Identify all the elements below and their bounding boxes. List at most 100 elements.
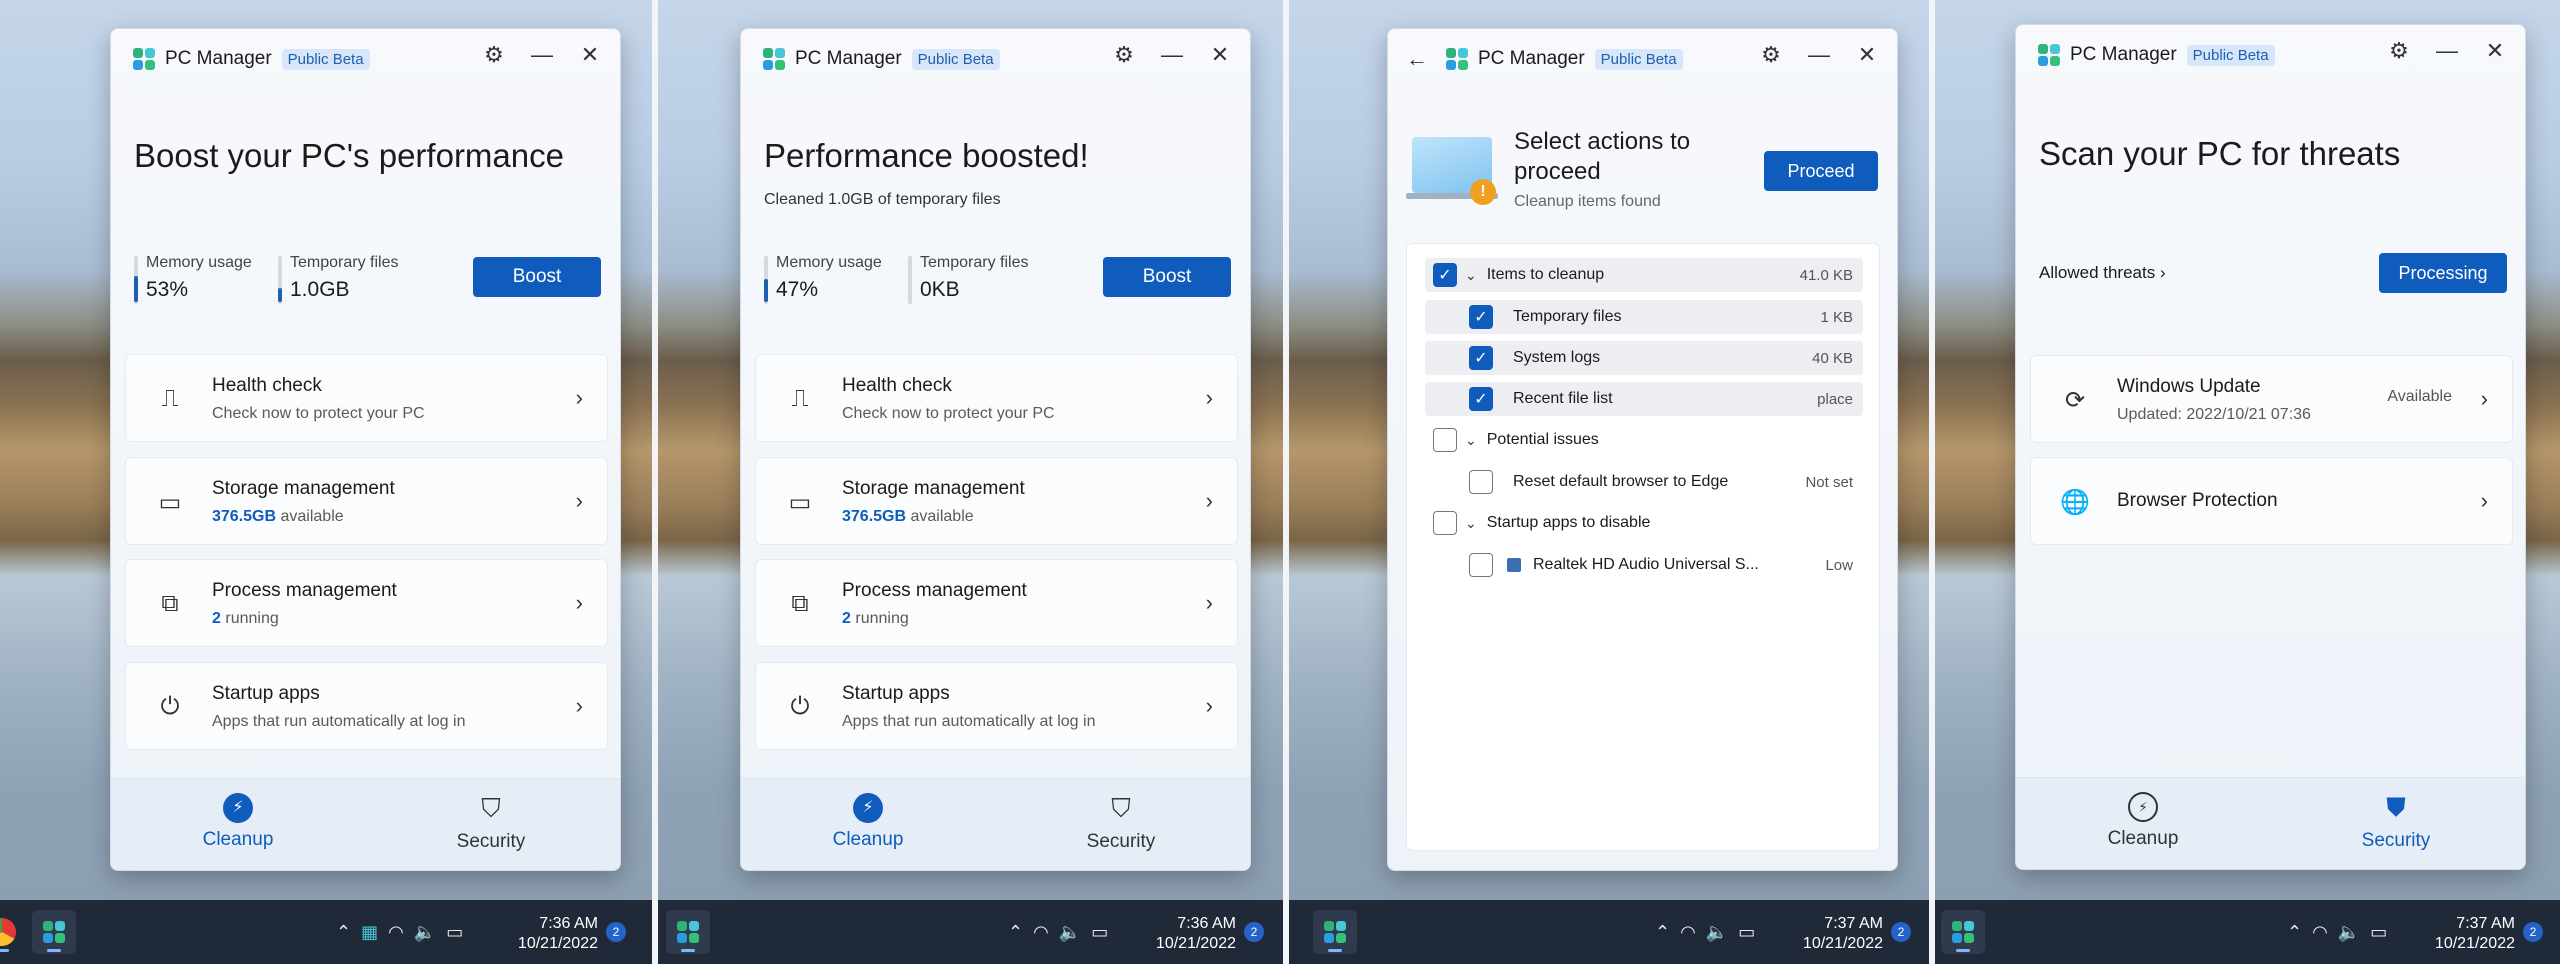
pc-manager-window: PC Manager Public Beta ⚙ — ✕ Scan your P… <box>2015 24 2526 870</box>
checkbox-unchecked-icon[interactable] <box>1433 511 1457 535</box>
checkbox-unchecked-icon[interactable] <box>1469 553 1493 577</box>
wifi-icon[interactable]: ◠ <box>2312 922 2328 943</box>
chevron-down-icon[interactable]: ⌄ <box>1465 515 1477 532</box>
close-icon[interactable]: ✕ <box>1208 42 1232 67</box>
group-potential-issues[interactable]: ⌄ Potential issues <box>1425 423 1863 457</box>
nav-security[interactable]: ⛉ Security <box>1041 793 1201 853</box>
card-subtitle: 376.5GB available <box>212 508 344 526</box>
minimize-icon[interactable]: — <box>1160 42 1184 67</box>
beta-badge: Public Beta <box>281 48 370 70</box>
close-icon[interactable]: ✕ <box>1855 42 1879 67</box>
pc-manager-taskbar-icon[interactable] <box>1941 910 1985 954</box>
battery-icon[interactable]: ▭ <box>1738 922 1755 943</box>
clock[interactable]: 7:36 AM 10/21/2022 <box>500 914 598 954</box>
pc-manager-tray-icon[interactable]: ▦ <box>361 922 378 943</box>
chevron-right-icon: › <box>2480 488 2488 513</box>
storage-management-card[interactable]: ▭ Storage management 376.5GB available › <box>755 457 1238 545</box>
windows-update-card[interactable]: ⟳ Windows Update Updated: 2022/10/21 07:… <box>2030 355 2513 443</box>
group-startup-apps-to-disable[interactable]: ⌄ Startup apps to disable <box>1425 506 1863 540</box>
checkbox-checked-icon[interactable]: ✓ <box>1469 305 1493 329</box>
chevron-down-icon[interactable]: ⌄ <box>1465 267 1477 284</box>
screenshot-panel-4: PC Manager Public Beta ⚙ — ✕ Scan your P… <box>1935 0 2560 964</box>
process-management-card[interactable]: ⧉ Process management 2 running › <box>755 559 1238 647</box>
chevron-up-icon[interactable]: ⌃ <box>1008 922 1023 943</box>
clock-time: 7:36 AM <box>539 915 598 932</box>
minimize-icon[interactable]: — <box>1807 42 1831 67</box>
nav-security[interactable]: ⛉ Security <box>411 793 571 853</box>
nav-cleanup[interactable]: ⚡ Cleanup <box>2063 792 2223 850</box>
boost-button[interactable]: Boost <box>473 257 601 297</box>
notification-badge[interactable]: 2 <box>1891 922 1911 942</box>
wifi-icon[interactable]: ◠ <box>1033 922 1049 943</box>
close-icon[interactable]: ✕ <box>578 42 602 67</box>
health-check-card[interactable]: ⎍ Health check Check now to protect your… <box>755 354 1238 442</box>
volume-icon[interactable]: 🔈 <box>414 922 436 943</box>
volume-icon[interactable]: 🔈 <box>1706 922 1728 943</box>
chevron-down-icon[interactable]: ⌄ <box>1465 432 1477 449</box>
item-system-logs[interactable]: ✓ System logs 40 KB <box>1425 341 1863 375</box>
volume-icon[interactable]: 🔈 <box>1059 922 1081 943</box>
back-arrow-icon[interactable]: ← <box>1406 46 1428 72</box>
chrome-icon[interactable] <box>0 910 24 954</box>
pc-manager-taskbar-icon[interactable] <box>666 910 710 954</box>
chevron-right-icon: › <box>2480 386 2488 411</box>
checkbox-checked-icon[interactable]: ✓ <box>1433 263 1457 287</box>
clock[interactable]: 7:37 AM 10/21/2022 <box>2417 914 2515 954</box>
chevron-up-icon[interactable]: ⌃ <box>1655 922 1670 943</box>
minimize-icon[interactable]: — <box>530 42 554 67</box>
startup-apps-card[interactable]: ⏻ Startup apps Apps that run automatical… <box>125 662 608 750</box>
drive-icon: ▭ <box>158 488 182 516</box>
wifi-icon[interactable]: ◠ <box>1680 922 1696 943</box>
battery-icon[interactable]: ▭ <box>2370 922 2387 943</box>
chevron-up-icon[interactable]: ⌃ <box>2287 922 2302 943</box>
startup-apps-card[interactable]: ⏻ Startup apps Apps that run automatical… <box>755 662 1238 750</box>
pc-manager-window: ← PC Manager Public Beta ⚙ — ✕ ! Select … <box>1387 28 1898 871</box>
memory-level-bar <box>764 279 768 302</box>
checkbox-checked-icon[interactable]: ✓ <box>1469 346 1493 370</box>
clock[interactable]: 7:37 AM 10/21/2022 <box>1785 914 1883 954</box>
row-value: 40 KB <box>1812 349 1853 367</box>
battery-icon[interactable]: ▭ <box>1091 922 1108 943</box>
allowed-threats-link[interactable]: Allowed threats › <box>2039 263 2166 283</box>
nav-security[interactable]: ⛊ Security <box>2316 792 2476 852</box>
storage-management-card[interactable]: ▭ Storage management 376.5GB available › <box>125 457 608 545</box>
checkbox-unchecked-icon[interactable] <box>1469 470 1493 494</box>
item-realtek-audio[interactable]: Realtek HD Audio Universal S... Low <box>1425 548 1863 582</box>
item-recent-file-list[interactable]: ✓ Recent file list place <box>1425 382 1863 416</box>
nav-cleanup-label: Cleanup <box>202 829 274 850</box>
item-reset-default-browser[interactable]: Reset default browser to Edge Not set <box>1425 465 1863 499</box>
checkbox-unchecked-icon[interactable] <box>1433 428 1457 452</box>
browser-protection-card[interactable]: 🌐 Browser Protection › <box>2030 457 2513 545</box>
item-temporary-files[interactable]: ✓ Temporary files 1 KB <box>1425 300 1863 334</box>
power-icon: ⏻ <box>160 693 180 720</box>
notification-badge[interactable]: 2 <box>2523 922 2543 942</box>
chevron-up-icon[interactable]: ⌃ <box>336 922 351 943</box>
app-title: PC Manager <box>795 48 902 69</box>
nav-cleanup[interactable]: ⚡ Cleanup <box>788 793 948 851</box>
battery-icon[interactable]: ▭ <box>446 922 463 943</box>
settings-gear-icon[interactable]: ⚙ <box>2387 38 2411 63</box>
row-label: Startup apps to disable <box>1486 514 1651 531</box>
checkbox-checked-icon[interactable]: ✓ <box>1469 387 1493 411</box>
volume-icon[interactable]: 🔈 <box>2338 922 2360 943</box>
pc-manager-taskbar-icon[interactable] <box>1313 910 1357 954</box>
boost-button[interactable]: Boost <box>1103 257 1231 297</box>
clock[interactable]: 7:36 AM 10/21/2022 <box>1138 914 1236 954</box>
nav-cleanup[interactable]: ⚡ Cleanup <box>158 793 318 851</box>
minimize-icon[interactable]: — <box>2435 38 2459 63</box>
storage-available-value: 376.5GB <box>842 508 907 525</box>
settings-gear-icon[interactable]: ⚙ <box>1759 42 1783 67</box>
group-items-to-cleanup[interactable]: ✓ ⌄ Items to cleanup 41.0 KB <box>1425 258 1863 292</box>
settings-gear-icon[interactable]: ⚙ <box>1112 42 1136 67</box>
wifi-icon[interactable]: ◠ <box>388 922 404 943</box>
health-check-card[interactable]: ⎍ Health check Check now to protect your… <box>125 354 608 442</box>
process-icon: ⧉ <box>791 590 809 617</box>
pc-manager-taskbar-icon[interactable] <box>32 910 76 954</box>
settings-gear-icon[interactable]: ⚙ <box>482 42 506 67</box>
processing-button[interactable]: Processing <box>2379 253 2507 293</box>
close-icon[interactable]: ✕ <box>2483 38 2507 63</box>
process-management-card[interactable]: ⧉ Process management 2 running › <box>125 559 608 647</box>
notification-badge[interactable]: 2 <box>606 922 626 942</box>
notification-badge[interactable]: 2 <box>1244 922 1264 942</box>
proceed-button[interactable]: Proceed <box>1764 151 1878 191</box>
